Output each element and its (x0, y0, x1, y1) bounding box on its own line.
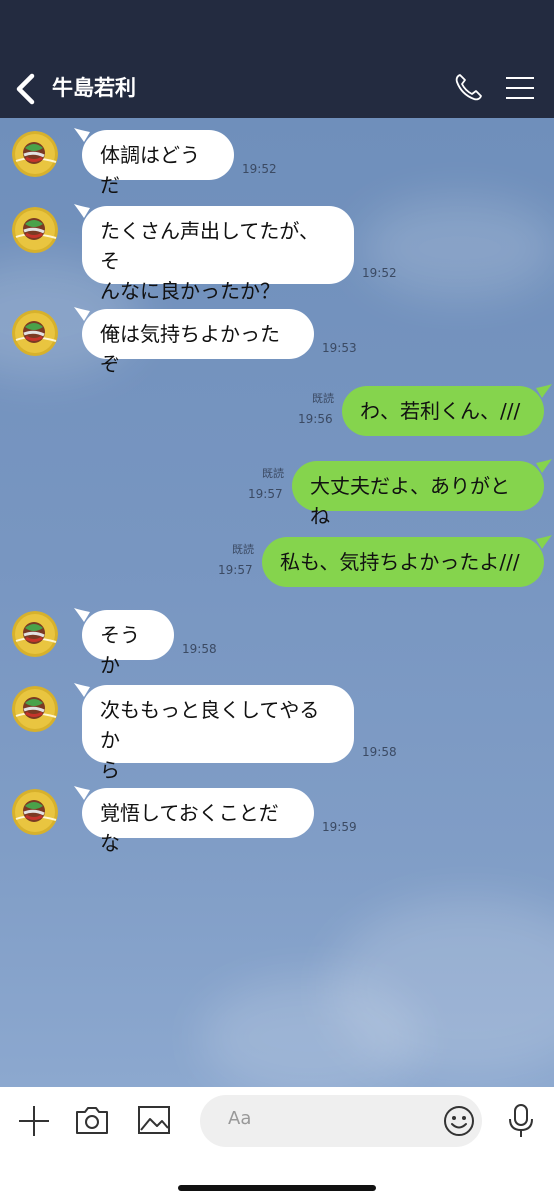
avatar[interactable] (12, 789, 58, 835)
phone-icon[interactable] (452, 72, 484, 104)
incoming-message-bubble[interactable]: 体調はどうだ (82, 130, 234, 197)
image-icon[interactable] (137, 1104, 171, 1136)
message-timestamp: 19:53 (322, 341, 357, 355)
chevron-left-icon[interactable] (10, 72, 44, 106)
menu-icon[interactable] (504, 75, 536, 101)
message-timestamp: 19:59 (322, 820, 357, 834)
chat-header: 牛島若利 (0, 58, 554, 118)
read-receipt: 既読 (262, 467, 284, 480)
message-placeholder: Aa (228, 1108, 252, 1129)
outgoing-message-bubble[interactable]: わ、若利くん、/// (342, 386, 544, 436)
incoming-message-bubble[interactable]: そうか (82, 610, 174, 677)
chat-area[interactable]: 体調はどうだ 19:52 たくさん声出してたが、そ んなに良かったか？ 19:52 … (0, 118, 554, 1087)
outgoing-message-bubble[interactable]: 私も、気持ちよかったよ/// (262, 537, 544, 587)
avatar[interactable] (12, 686, 58, 732)
message-timestamp: 19:57 (218, 563, 253, 577)
message-timestamp: 19:57 (248, 487, 283, 501)
input-bar: Aa (0, 1087, 554, 1200)
message-input[interactable]: Aa (200, 1095, 482, 1147)
message-timestamp: 19:52 (242, 162, 277, 176)
avatar[interactable] (12, 131, 58, 177)
smiley-icon[interactable] (443, 1105, 475, 1137)
avatar[interactable] (12, 611, 58, 657)
incoming-message-bubble[interactable]: 覚悟しておくことだな (82, 788, 314, 855)
chat-title: 牛島若利 (52, 76, 136, 100)
message-timestamp: 19:56 (298, 412, 333, 426)
status-bar (0, 0, 554, 58)
message-timestamp: 19:52 (362, 266, 397, 280)
incoming-message-bubble[interactable]: 俺は気持ちよかったぞ (82, 309, 314, 376)
incoming-message-bubble[interactable]: 次ももっと良くしてやるか ら (82, 685, 354, 782)
avatar[interactable] (12, 310, 58, 356)
microphone-icon[interactable] (506, 1103, 536, 1139)
read-receipt: 既読 (232, 543, 254, 556)
incoming-message-bubble[interactable]: たくさん声出してたが、そ んなに良かったか？ (82, 206, 354, 303)
outgoing-message-bubble[interactable]: 大丈夫だよ、ありがとね (292, 461, 544, 528)
camera-icon[interactable] (74, 1104, 110, 1136)
read-receipt: 既読 (312, 392, 334, 405)
avatar[interactable] (12, 207, 58, 253)
plus-icon[interactable] (16, 1103, 52, 1139)
home-indicator (178, 1185, 376, 1191)
message-timestamp: 19:58 (362, 745, 397, 759)
message-timestamp: 19:58 (182, 642, 217, 656)
